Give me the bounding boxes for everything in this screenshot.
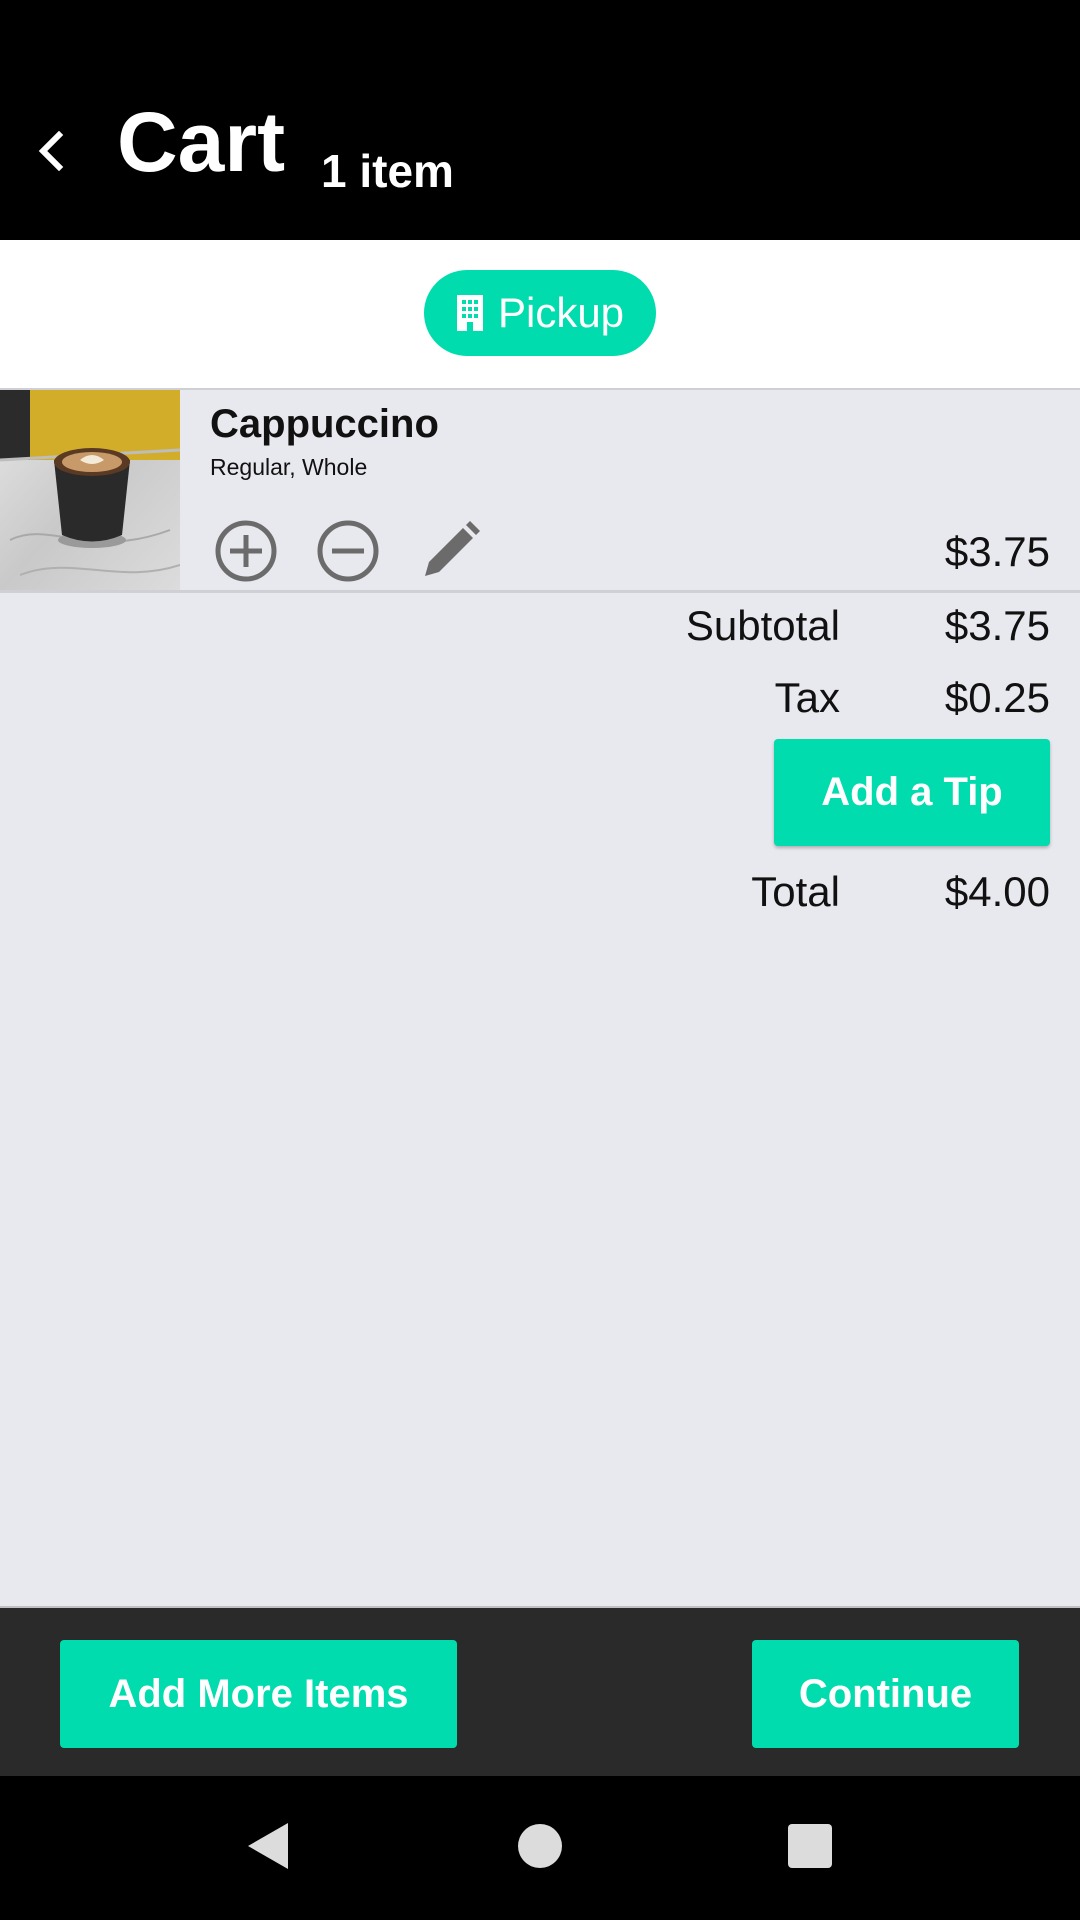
system-nav-bar [0,1776,1080,1920]
minus-circle-icon [317,520,379,582]
tax-label: Tax [774,674,840,721]
nav-home-button[interactable] [490,1796,590,1896]
subtotal-value: $3.75 [944,602,1050,649]
tax-value: $0.25 [944,674,1050,721]
subtotal-label: Subtotal [685,602,840,649]
pencil-icon [425,521,480,576]
nav-back-button[interactable] [218,1796,318,1896]
item-name: Cappuccino [210,402,439,446]
product-image [0,390,180,590]
item-count: 1 item [321,145,454,197]
triangle-back-icon [248,1823,288,1869]
item-price: $3.75 [944,528,1050,575]
edit-item-button[interactable] [414,515,486,587]
plus-circle-icon [215,520,277,582]
total-label: Total [751,868,840,915]
pickup-label: Pickup [497,289,625,336]
continue-button[interactable]: Continue [752,1640,1019,1748]
circle-home-icon [518,1824,562,1868]
chevron-left-icon [38,131,64,171]
building-icon [456,295,483,331]
cart-item-row: Cappuccino Regular, Whole $3.75 [0,390,1080,593]
square-recents-icon [788,1824,832,1868]
add-more-items-button[interactable]: Add More Items [60,1640,457,1748]
page-title: Cart [117,95,286,189]
item-options: Regular, Whole [210,454,368,480]
increase-quantity-button[interactable] [210,515,282,587]
back-button[interactable] [24,116,80,186]
nav-recents-button[interactable] [760,1796,860,1896]
footer-action-bar: Add More Items Continue [0,1606,1080,1778]
total-value: $4.00 [944,868,1050,915]
app-header: Cart 1 item [0,0,1080,240]
add-tip-button[interactable]: Add a Tip [774,739,1050,846]
pickup-button[interactable]: Pickup [424,270,656,356]
order-mode-bar: Pickup [0,240,1080,390]
decrease-quantity-button[interactable] [312,515,384,587]
